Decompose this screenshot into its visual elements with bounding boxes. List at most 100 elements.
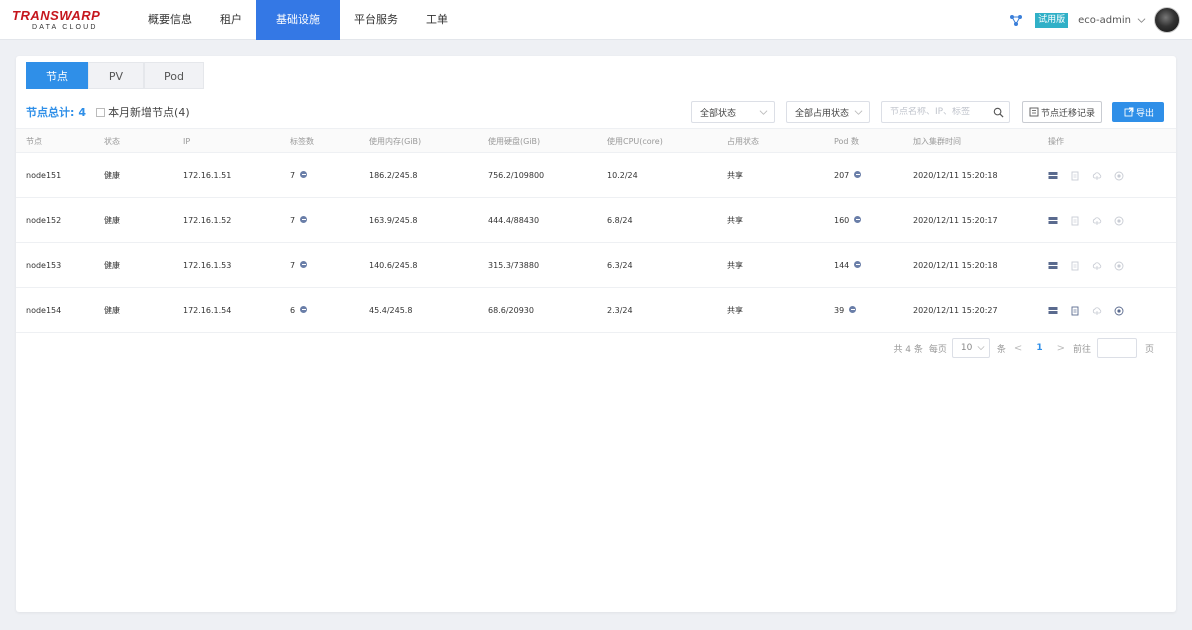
new-nodes-checkbox[interactable]: [96, 107, 106, 117]
nav-item-tenant[interactable]: 租户: [206, 0, 256, 40]
cell-node[interactable]: node151: [26, 153, 61, 198]
cell-pods: 144: [834, 243, 862, 288]
col-ip[interactable]: IP: [183, 129, 190, 154]
occupy-status-select[interactable]: 全部占用状态: [785, 101, 870, 123]
more-icon[interactable]: [854, 261, 862, 268]
nav-item-platform-service[interactable]: 平台服务: [340, 0, 412, 40]
filter-bar: 全部状态 全部占用状态 节点迁移记录 导出: [690, 100, 1164, 124]
stop-circle-icon[interactable]: [1114, 216, 1124, 226]
user-name[interactable]: eco-admin: [1078, 15, 1131, 26]
col-memory[interactable]: 使用内存(GiB): [369, 129, 421, 154]
col-pods[interactable]: Pod 数: [834, 129, 859, 154]
cell-labels: 7: [290, 243, 308, 288]
cell-ip: 172.16.1.52: [183, 216, 232, 225]
export-button[interactable]: 导出: [1111, 102, 1164, 122]
stop-circle-icon[interactable]: [1114, 261, 1124, 271]
cloud-upload-icon[interactable]: [1092, 261, 1102, 271]
server-icon[interactable]: [1048, 216, 1058, 226]
server-icon[interactable]: [1048, 171, 1058, 181]
table-row[interactable]: node154 健康 172.16.1.54 6 45.4/245.8 68.6…: [16, 288, 1176, 333]
col-cpu[interactable]: 使用CPU(core): [607, 129, 663, 154]
nav-item-infrastructure[interactable]: 基础设施: [256, 0, 340, 40]
status-select-value: 全部状态: [699, 108, 736, 119]
more-icon[interactable]: [300, 216, 308, 223]
cell-labels: 7: [290, 198, 308, 243]
goto-label: 前往: [1072, 344, 1091, 355]
cloud-upload-icon[interactable]: [1092, 306, 1102, 316]
cell-disk: 68.6/20930: [488, 306, 534, 315]
goto-page-input[interactable]: [1096, 338, 1137, 358]
nav-item-overview[interactable]: 概要信息: [134, 0, 206, 40]
share-network-icon[interactable]: [1009, 13, 1023, 27]
more-icon[interactable]: [849, 306, 857, 313]
cell-status: 健康: [104, 306, 120, 315]
search-input[interactable]: [889, 107, 990, 117]
cell-node[interactable]: node152: [26, 198, 61, 243]
col-occupy[interactable]: 占用状态: [727, 129, 759, 154]
table-row[interactable]: node151 健康 172.16.1.51 7 186.2/245.8 756…: [16, 153, 1176, 198]
cell-joined: 2020/12/11 15:20:18: [913, 261, 998, 270]
cell-disk: 444.4/88430: [488, 216, 540, 225]
migration-record-button[interactable]: 节点迁移记录: [1021, 101, 1102, 123]
copy-doc-icon[interactable]: [1070, 171, 1080, 181]
search-icon[interactable]: [993, 107, 1004, 118]
more-icon[interactable]: [854, 171, 862, 178]
more-icon[interactable]: [300, 306, 308, 313]
cell-memory: 140.6/245.8: [369, 261, 418, 270]
cloud-upload-icon[interactable]: [1092, 216, 1102, 226]
cell-ip: 172.16.1.54: [183, 306, 232, 315]
top-navbar: TRANSWARP DATA CLOUD 概要信息 租户 基础设施 平台服务 工…: [0, 0, 1192, 40]
brand-logo[interactable]: TRANSWARP DATA CLOUD: [12, 9, 116, 33]
col-status[interactable]: 状态: [104, 129, 120, 154]
avatar[interactable]: [1154, 7, 1180, 33]
stop-circle-icon[interactable]: [1114, 306, 1124, 316]
labels-count: 7: [290, 261, 296, 270]
cell-pods: 207: [834, 153, 862, 198]
server-icon[interactable]: [1048, 306, 1058, 316]
nav-item-ticket[interactable]: 工单: [412, 0, 462, 40]
cloud-upload-icon[interactable]: [1092, 171, 1102, 181]
node-search: [880, 101, 1010, 123]
tab-nodes[interactable]: 节点: [26, 62, 88, 89]
cell-joined: 2020/12/11 15:20:27: [913, 306, 998, 315]
cell-node[interactable]: node154: [26, 288, 61, 333]
export-label: 导出: [1135, 108, 1154, 119]
page-size-select[interactable]: 10: [951, 338, 990, 358]
col-labels[interactable]: 标签数: [290, 129, 314, 154]
cell-occupy: 共享: [727, 171, 743, 180]
tab-pv[interactable]: PV: [88, 62, 144, 89]
node-total-count: 4: [78, 105, 87, 119]
cell-node[interactable]: node153: [26, 243, 61, 288]
row-actions: [1048, 243, 1136, 288]
next-page-button[interactable]: >: [1057, 343, 1065, 354]
cell-ip: 172.16.1.53: [183, 261, 232, 270]
cell-occupy: 共享: [727, 216, 743, 225]
table-row[interactable]: node153 健康 172.16.1.53 7 140.6/245.8 315…: [16, 243, 1176, 288]
cell-memory: 45.4/245.8: [369, 306, 413, 315]
col-joined[interactable]: 加入集群时间: [913, 129, 961, 154]
cell-joined: 2020/12/11 15:20:17: [913, 216, 998, 225]
more-icon[interactable]: [300, 171, 308, 178]
more-icon[interactable]: [854, 216, 862, 223]
col-disk[interactable]: 使用硬盘(GiB): [488, 129, 540, 154]
chevron-down-icon: [759, 109, 768, 115]
copy-doc-icon[interactable]: [1070, 306, 1080, 316]
brand-tagline: DATA CLOUD: [32, 24, 98, 31]
export-icon: [1124, 107, 1134, 117]
stop-circle-icon[interactable]: [1114, 171, 1124, 181]
status-select[interactable]: 全部状态: [690, 101, 775, 123]
labels-count: 7: [290, 171, 296, 180]
labels-count: 6: [290, 306, 296, 315]
table-row[interactable]: node152 健康 172.16.1.52 7 163.9/245.8 444…: [16, 198, 1176, 243]
cell-joined: 2020/12/11 15:20:18: [913, 171, 998, 180]
tab-pod[interactable]: Pod: [144, 62, 204, 89]
current-page[interactable]: 1: [1036, 343, 1042, 353]
server-icon[interactable]: [1048, 261, 1058, 271]
more-icon[interactable]: [300, 261, 308, 268]
prev-page-button[interactable]: <: [1014, 343, 1022, 354]
copy-doc-icon[interactable]: [1070, 216, 1080, 226]
col-node[interactable]: 节点: [26, 129, 42, 154]
copy-doc-icon[interactable]: [1070, 261, 1080, 271]
chevron-down-icon[interactable]: [1137, 16, 1146, 25]
new-nodes-checkbox-label[interactable]: 本月新增节点(4): [108, 104, 190, 120]
